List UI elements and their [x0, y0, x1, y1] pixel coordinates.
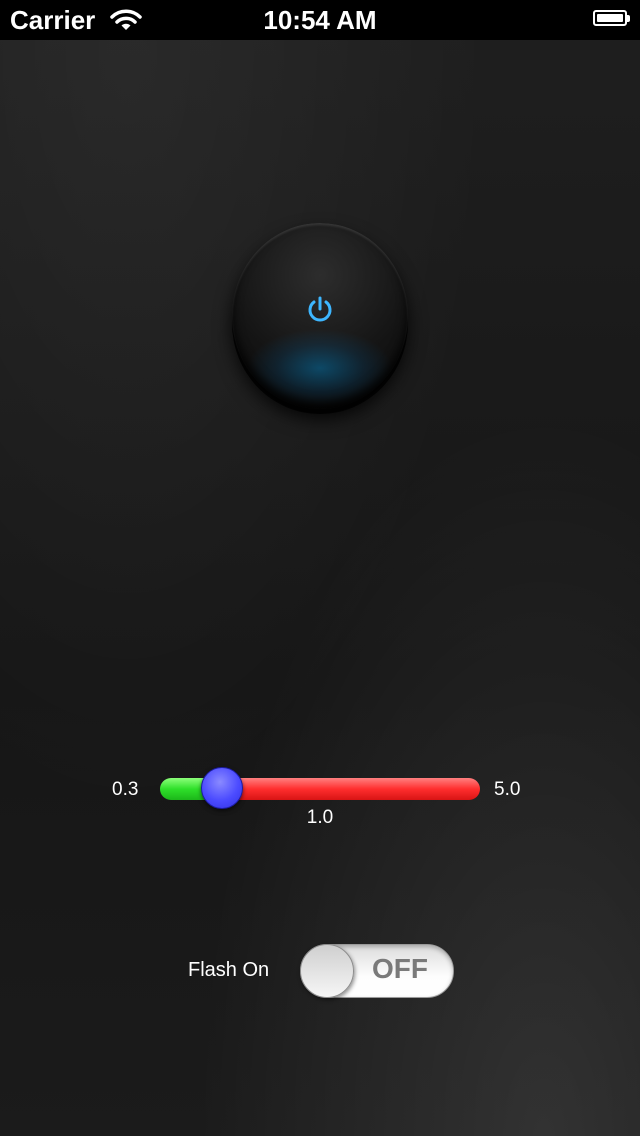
power-icon — [308, 296, 332, 322]
flash-toggle-state: OFF — [372, 953, 428, 984]
slider-thumb[interactable] — [201, 767, 244, 809]
slider-value-label: 1.0 — [306, 807, 334, 828]
slider-max-track — [222, 778, 480, 800]
slider-max-label: 5.0 — [494, 779, 521, 800]
flash-toggle-knob[interactable] — [300, 944, 354, 998]
flash-label: Flash On — [188, 959, 270, 981]
battery-level-fill — [597, 14, 623, 22]
app-screen: Carrier 10:54 AM 0.3 5.0 1.0 Flash On OF… — [0, 0, 640, 1136]
slider-min-label: 0.3 — [112, 779, 139, 800]
status-time: 10:54 AM — [263, 5, 377, 35]
status-bar: Carrier 10:54 AM — [0, 0, 640, 40]
battery-icon — [593, 10, 627, 26]
battery-tip — [627, 15, 630, 22]
